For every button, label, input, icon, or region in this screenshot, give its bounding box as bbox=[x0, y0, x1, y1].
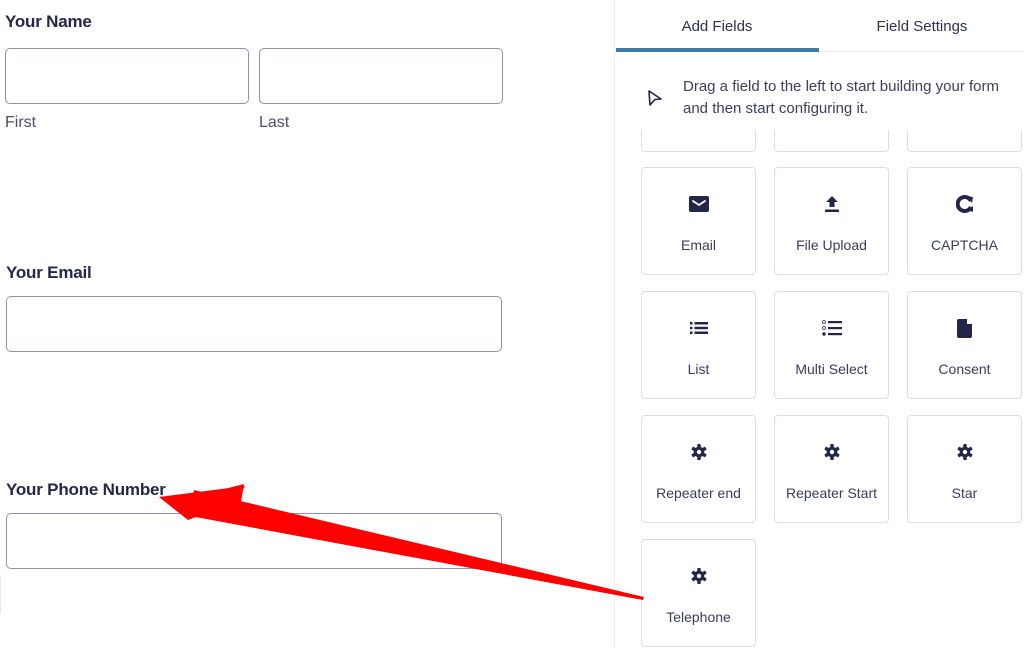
tab-add-fields[interactable]: Add Fields bbox=[615, 0, 819, 52]
first-name-sublabel: First bbox=[5, 114, 37, 131]
refresh-icon bbox=[908, 194, 1021, 214]
form-canvas: Your Name First Last Your Email Your Pho… bbox=[0, 0, 614, 648]
first-name-input[interactable] bbox=[5, 48, 249, 104]
field-tile-label: CAPTCHA bbox=[931, 237, 998, 253]
field-tile-list[interactable]: List bbox=[641, 291, 756, 399]
active-tab-indicator bbox=[616, 48, 819, 52]
gear-icon bbox=[775, 442, 888, 462]
field-tile-star[interactable]: Star bbox=[907, 415, 1022, 523]
field-tile-partial[interactable] bbox=[774, 130, 889, 152]
tab-field-settings[interactable]: Field Settings bbox=[819, 0, 1024, 52]
field-tile-label: Telephone bbox=[666, 609, 731, 625]
field-tile-label: Repeater Start bbox=[785, 485, 878, 501]
upload-icon bbox=[775, 194, 888, 214]
field-tile-multi-select[interactable]: Multi Select bbox=[774, 291, 889, 399]
email-field-label: Your Email bbox=[6, 263, 92, 282]
fields-sidebar: Add Fields Field Settings Drag a field t… bbox=[614, 0, 1024, 648]
gear-icon bbox=[642, 442, 755, 462]
field-tile-file-upload[interactable]: File Upload bbox=[774, 167, 889, 275]
last-name-sublabel: Last bbox=[259, 114, 290, 131]
multi-select-list-icon bbox=[775, 318, 888, 338]
field-tile-repeater-end[interactable]: Repeater end bbox=[641, 415, 756, 523]
phone-input[interactable] bbox=[6, 513, 502, 569]
field-tile-label: Email bbox=[680, 237, 716, 253]
envelope-icon bbox=[642, 194, 755, 214]
phone-field-label: Your Phone Number bbox=[6, 480, 166, 499]
list-icon bbox=[642, 318, 755, 338]
hint-text: Drag a field to the left to start buildi… bbox=[683, 78, 999, 117]
cursor-pointer-icon bbox=[645, 88, 665, 108]
document-icon bbox=[908, 318, 1021, 338]
field-tile-partial[interactable] bbox=[641, 130, 756, 152]
gear-icon bbox=[642, 566, 755, 586]
field-tile-consent[interactable]: Consent bbox=[907, 291, 1022, 399]
field-tile-partial[interactable] bbox=[907, 130, 1022, 152]
drag-hint: Drag a field to the left to start buildi… bbox=[645, 76, 1015, 120]
field-tile-label: Multi Select bbox=[795, 361, 868, 377]
field-tile-telephone[interactable]: Telephone bbox=[641, 539, 756, 647]
last-name-input[interactable] bbox=[259, 48, 503, 104]
name-field-label: Your Name bbox=[5, 12, 92, 31]
field-tile-label: Repeater end bbox=[656, 485, 741, 501]
gear-icon bbox=[908, 442, 1021, 462]
sidebar-tabs: Add Fields Field Settings bbox=[615, 0, 1024, 52]
divider bbox=[0, 575, 1, 613]
email-input[interactable] bbox=[6, 296, 502, 352]
field-tile-captcha[interactable]: CAPTCHA bbox=[907, 167, 1022, 275]
field-tile-repeater-start[interactable]: Repeater Start bbox=[774, 415, 889, 523]
field-tile-label: Consent bbox=[938, 361, 991, 377]
field-tile-label: File Upload bbox=[796, 237, 867, 253]
field-tile-label: Star bbox=[951, 485, 978, 501]
field-tile-label: List bbox=[687, 361, 710, 377]
field-tile-email[interactable]: Email bbox=[641, 167, 756, 275]
